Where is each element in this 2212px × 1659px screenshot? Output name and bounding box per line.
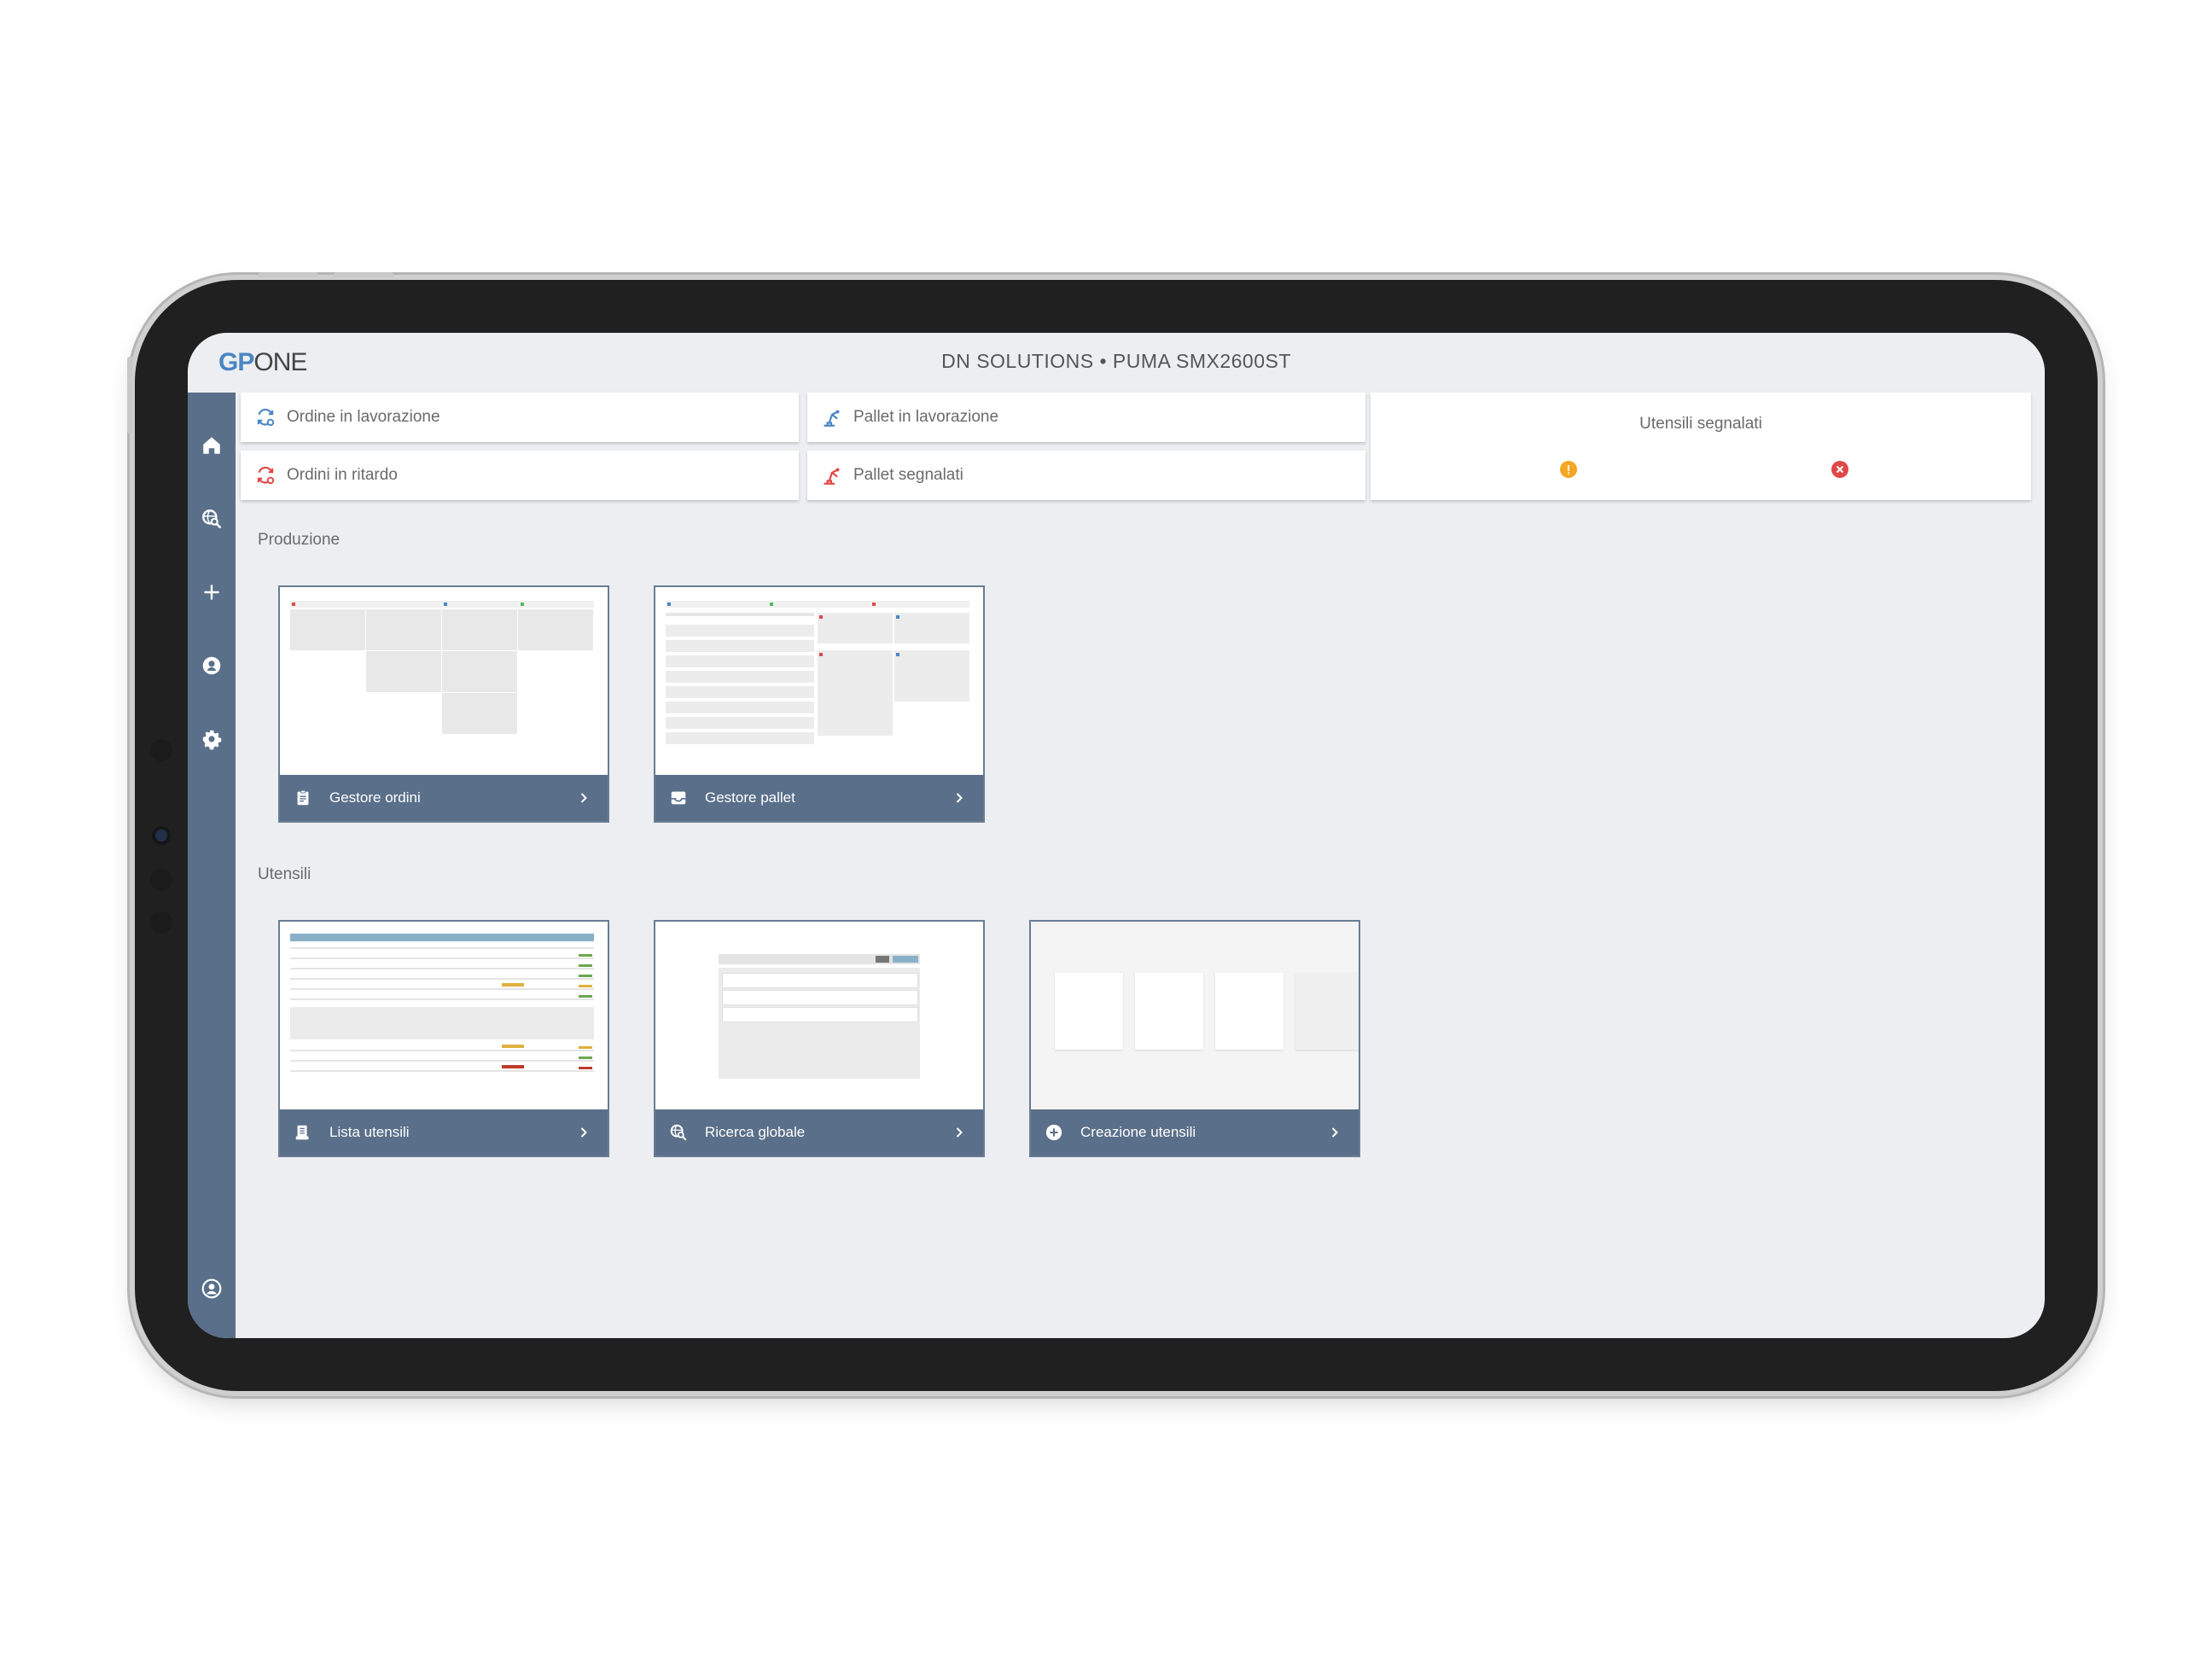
tool-creation-bar: Creazione utensili — [1031, 1109, 1359, 1155]
badge-icon — [202, 656, 221, 675]
tools-flagged-label: Utensili segnalati — [1639, 415, 1762, 433]
error-icon — [1836, 465, 1844, 474]
orders-late-label: Ordini in ritardo — [287, 466, 398, 484]
tool-creation-tile[interactable]: Creazione utensili — [1029, 920, 1360, 1157]
page-title: DN SOLUTIONS • PUMA SMX2600ST — [941, 350, 1291, 372]
robot-arm-icon — [824, 410, 840, 427]
gear-icon — [202, 730, 222, 750]
sidebar-item-account[interactable] — [188, 1272, 236, 1306]
section-tools-title: Utensili — [258, 865, 311, 883]
app-screen: GPONE DN SOLUTIONS • PUMA SMX2600ST Ordi… — [188, 333, 2045, 1338]
chevron-right-icon — [580, 793, 587, 803]
camera-lens — [155, 830, 167, 841]
sidebar-item-global-search[interactable] — [188, 502, 236, 536]
chevron-right-icon — [956, 793, 963, 803]
sidebar-item-add[interactable] — [188, 575, 236, 609]
global-search-icon — [202, 509, 222, 529]
global-search-icon — [670, 1124, 687, 1141]
tablet-frame: GPONE DN SOLUTIONS • PUMA SMX2600ST Ordi… — [127, 272, 2098, 1391]
main-content: Ordine in lavorazione Ordini in ritardo … — [236, 393, 2045, 1338]
robot-arm-icon — [824, 468, 840, 485]
tool-list-bar: Lista utensili — [280, 1109, 608, 1155]
tool-list-tile[interactable]: Lista utensili — [278, 920, 609, 1157]
orders-manager-label: Gestore ordini — [329, 789, 421, 806]
list-icon — [295, 1125, 309, 1140]
orders-in-progress-label: Ordine in lavorazione — [287, 408, 440, 426]
pallets-in-progress-card[interactable]: Pallet in lavorazione — [807, 393, 1365, 442]
chevron-right-icon — [1331, 1127, 1338, 1138]
orders-in-progress-card[interactable]: Ordine in lavorazione — [241, 393, 799, 442]
pallets-flagged-card[interactable]: Pallet segnalati — [807, 451, 1365, 500]
tool-list-label: Lista utensili — [329, 1124, 410, 1140]
power-button — [127, 357, 132, 434]
global-search-bar: Ricerca globale — [655, 1109, 983, 1155]
pallets-flagged-label: Pallet segnalati — [853, 466, 963, 484]
sidebar-item-settings[interactable] — [188, 722, 236, 756]
pallets-manager-label: Gestore pallet — [705, 789, 795, 806]
orders-manager-preview — [280, 587, 608, 777]
pallets-manager-preview — [655, 587, 983, 777]
orders-late-card[interactable]: Ordini in ritardo — [241, 451, 799, 500]
home-icon — [203, 437, 220, 454]
sensor-dot — [150, 869, 172, 891]
volume-down-button — [334, 272, 393, 277]
section-production-title: Produzione — [258, 531, 341, 549]
add-circle-icon — [1045, 1124, 1062, 1141]
tools-flagged-card[interactable]: Utensili segnalati — [1371, 393, 2031, 500]
orders-manager-tile[interactable]: Gestore ordini — [278, 585, 609, 823]
pallets-manager-bar: Gestore pallet — [655, 775, 983, 821]
global-search-preview — [655, 922, 983, 1111]
plus-icon — [204, 585, 219, 600]
sidebar — [188, 393, 236, 1338]
sensor-dot — [150, 739, 172, 761]
volume-up-button — [259, 272, 318, 277]
global-search-label: Ricerca globale — [705, 1124, 806, 1140]
app-header: GPONE DN SOLUTIONS • PUMA SMX2600ST — [188, 333, 2045, 393]
chevron-right-icon — [956, 1127, 963, 1138]
sidebar-item-home[interactable] — [188, 428, 236, 463]
tool-creation-preview — [1031, 922, 1359, 1111]
sidebar-item-badge[interactable] — [188, 649, 236, 683]
order-progress-icon — [257, 408, 275, 427]
warning-icon — [1568, 465, 1569, 474]
order-late-icon — [257, 466, 275, 485]
tool-list-preview — [280, 922, 608, 1111]
inbox-icon — [671, 791, 686, 805]
account-circle-icon — [201, 1278, 222, 1299]
pallets-manager-tile[interactable]: Gestore pallet — [654, 585, 985, 823]
warning-indicator — [1560, 461, 1577, 478]
chevron-right-icon — [580, 1127, 587, 1138]
orders-manager-bar: Gestore ordini — [280, 775, 608, 821]
tool-creation-label: Creazione utensili — [1080, 1124, 1196, 1140]
sensor-dot — [150, 911, 172, 934]
error-indicator — [1831, 461, 1848, 478]
pallets-in-progress-label: Pallet in lavorazione — [853, 408, 999, 426]
global-search-tile[interactable]: Ricerca globale — [654, 920, 985, 1157]
clipboard-icon — [297, 789, 309, 806]
